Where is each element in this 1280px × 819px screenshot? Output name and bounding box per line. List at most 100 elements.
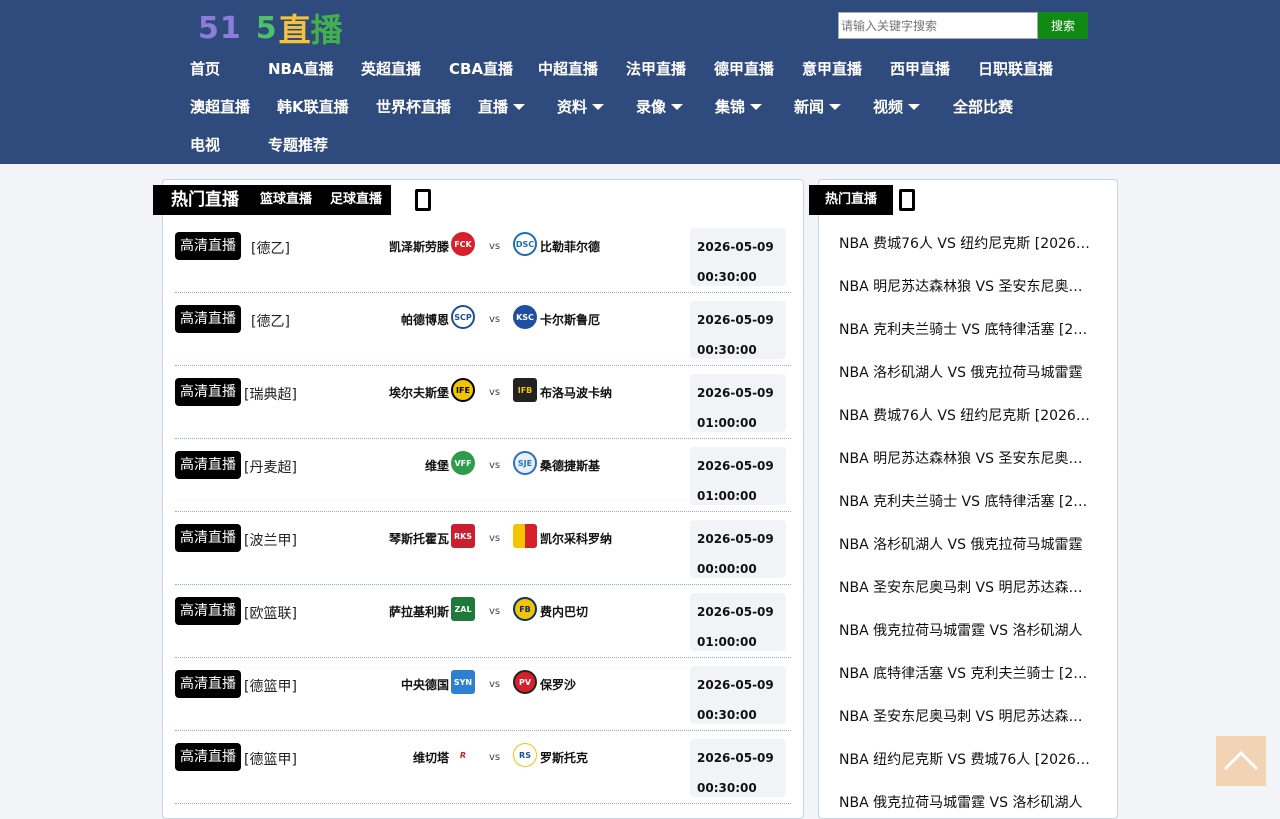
sidebar-tab-hot-live[interactable]: 热门直播 [809,185,893,215]
away-team-name[interactable]: 卡尔斯鲁厄 [540,311,600,328]
chevron-down-icon [513,104,526,110]
nav-laliga[interactable]: 西甲直播 [890,59,950,79]
nav-serie-a[interactable]: 意甲直播 [802,59,862,79]
nav-k-league[interactable]: 韩K联直播 [277,97,349,117]
nav-epl[interactable]: 英超直播 [361,59,421,79]
back-to-top-button[interactable] [1216,736,1266,786]
hot-live-item[interactable]: NBA 洛杉矶湖人 VS 俄克拉荷马城雷霆 [839,362,1091,382]
home-team-name[interactable]: 埃尔夫斯堡 [389,384,449,401]
vs-label: vs [489,533,501,544]
nav-home[interactable]: 首页 [190,59,220,79]
nav-nba[interactable]: NBA直播 [268,59,334,79]
nav-highlights-dropdown[interactable]: 集锦 [715,97,763,117]
nav-world-cup[interactable]: 世界杯直播 [376,97,451,117]
team-crest-icon: ZAL [451,597,475,621]
hot-live-item[interactable]: NBA 明尼苏达森林狼 VS 圣安东尼奥马刺 [839,276,1091,296]
vs-label: vs [489,460,501,471]
team-crest-icon: DSC [513,232,537,256]
nav-data-label: 资料 [557,98,588,116]
match-date: 2026-05-09 [697,751,774,765]
hot-live-item[interactable]: NBA 纽约尼克斯 VS 费城76人 [2026-05-09] [839,749,1091,769]
search-button[interactable]: 搜索 [1038,12,1088,39]
match-clock: 00:00:00 [697,562,757,576]
nav-topics[interactable]: 专题推荐 [268,135,328,155]
hot-live-item[interactable]: NBA 费城76人 VS 纽约尼克斯 [2026-05-09] [839,233,1091,253]
team-crest-icon: SCP [451,305,475,329]
chevron-down-icon [829,104,842,110]
nav-data-dropdown[interactable]: 资料 [557,97,605,117]
logo-part-1: 51 [198,10,242,46]
tab-hot-live[interactable]: 热门直播 [153,185,251,215]
hot-live-item[interactable]: NBA 俄克拉荷马城雷霆 VS 洛杉矶湖人 [839,620,1091,640]
nav-ligue1[interactable]: 法甲直播 [626,59,686,79]
away-team-name[interactable]: 费内巴切 [540,603,588,620]
nav-csl[interactable]: 中超直播 [538,59,598,79]
hot-live-item[interactable]: NBA 明尼苏达森林狼 VS 圣安东尼奥马刺 [839,448,1091,468]
home-team-name[interactable]: 中央德国 [401,676,449,693]
away-team-name[interactable]: 桑德捷斯基 [540,457,600,474]
site-logo[interactable]: 51 5 直 播 [198,8,343,50]
away-team-name[interactable]: 比勒菲尔德 [540,238,600,255]
tab-football-live[interactable]: 足球直播 [321,185,391,215]
league-label: [丹麦超] [244,460,297,476]
home-team-name[interactable]: 琴斯托霍瓦 [389,530,449,547]
chevron-up-icon [1223,750,1259,771]
away-team-name[interactable]: 保罗沙 [540,676,576,693]
nav-video-dropdown[interactable]: 视频 [873,97,921,117]
home-team-name[interactable]: 萨拉基利斯 [389,603,449,620]
match-row[interactable]: 高清直播 [瑞典超] 埃尔夫斯堡 IFE vs IFB 布洛马波卡纳 2026-… [175,366,791,439]
vs-label: vs [489,314,501,325]
hot-live-item[interactable]: NBA 圣安东尼奥马刺 VS 明尼苏达森林狼 [839,577,1091,597]
away-team-name[interactable]: 罗斯托克 [540,749,588,766]
logo-part-4: 播 [310,11,343,49]
vs-label: vs [489,752,501,763]
away-team-name[interactable]: 凯尔采科罗纳 [540,530,612,547]
away-team-name[interactable]: 布洛马波卡纳 [540,384,612,401]
match-row[interactable]: 高清直播 [德篮甲] 维切塔 R vs RS 罗斯托克 2026-05-09 0… [175,731,791,804]
nav-news-dropdown[interactable]: 新闻 [794,97,842,117]
hot-live-item[interactable]: NBA 洛杉矶湖人 VS 俄克拉荷马城雷霆 [839,534,1091,554]
nav-replay-dropdown[interactable]: 录像 [636,97,684,117]
missing-glyph-icon [899,189,915,211]
home-team-name[interactable]: 凯泽斯劳滕 [389,238,449,255]
hd-live-button[interactable]: 高清直播 [175,305,241,333]
match-clock: 00:30:00 [697,343,757,357]
nav-cba[interactable]: CBA直播 [449,59,513,79]
nav-live-dropdown[interactable]: 直播 [478,97,526,117]
chevron-down-icon [908,104,921,110]
missing-glyph-icon [415,189,431,211]
hot-live-item[interactable]: NBA 俄克拉荷马城雷霆 VS 洛杉矶湖人 [839,792,1091,812]
nav-a-league[interactable]: 澳超直播 [190,97,250,117]
nav-tv[interactable]: 电视 [190,135,220,155]
hot-live-item[interactable]: NBA 费城76人 VS 纽约尼克斯 [2026-05-09] [839,405,1091,425]
search-input[interactable] [838,12,1038,39]
home-team-name[interactable]: 帕德博恩 [401,311,449,328]
hd-live-button[interactable]: 高清直播 [175,670,241,698]
hot-live-item[interactable]: NBA 克利夫兰骑士 VS 底特律活塞 [2026-05-09] [839,319,1091,339]
team-crest-icon: FCK [451,232,475,256]
hd-live-button[interactable]: 高清直播 [175,451,241,479]
hot-live-item[interactable]: NBA 底特律活塞 VS 克利夫兰骑士 [2026-05-09] [839,663,1091,683]
match-date: 2026-05-09 [697,386,774,400]
match-row[interactable]: 高清直播 [德篮甲] 中央德国 SYN vs PV 保罗沙 2026-05-09… [175,658,791,731]
nav-all-matches[interactable]: 全部比赛 [953,97,1013,117]
hot-live-item[interactable]: NBA 克利夫兰骑士 VS 底特律活塞 [2026-05-09] [839,491,1091,511]
hd-live-button[interactable]: 高清直播 [175,743,241,771]
hd-live-button[interactable]: 高清直播 [175,597,241,625]
nav-j-league[interactable]: 日职联直播 [978,59,1053,79]
home-team-name[interactable]: 维堡 [425,457,449,474]
tab-basketball-live[interactable]: 篮球直播 [251,185,321,215]
home-team-name[interactable]: 维切塔 [413,749,449,766]
team-crest-icon: RKS [451,524,475,548]
hot-live-item[interactable]: NBA 圣安东尼奥马刺 VS 明尼苏达森林狼 [839,706,1091,726]
hd-live-button[interactable]: 高清直播 [175,232,241,260]
nav-bundesliga[interactable]: 德甲直播 [714,59,774,79]
hd-live-button[interactable]: 高清直播 [175,378,241,406]
hd-live-button[interactable]: 高清直播 [175,524,241,552]
match-row[interactable]: 高清直播 [德乙] 凯泽斯劳滕 FCK vs DSC 比勒菲尔德 2026-05… [175,220,791,293]
match-row[interactable]: 高清直播 [德乙] 帕德博恩 SCP vs KSC 卡尔斯鲁厄 2026-05-… [175,293,791,366]
vs-label: vs [489,387,501,398]
match-row[interactable]: 高清直播 [欧篮联] 萨拉基利斯 ZAL vs FB 费内巴切 2026-05-… [175,585,791,658]
match-row[interactable]: 高清直播 [丹麦超] 维堡 VFF vs SJE 桑德捷斯基 2026-05-0… [175,439,791,512]
match-row[interactable]: 高清直播 [波兰甲] 琴斯托霍瓦 RKS vs 凯尔采科罗纳 2026-05-0… [175,512,791,585]
